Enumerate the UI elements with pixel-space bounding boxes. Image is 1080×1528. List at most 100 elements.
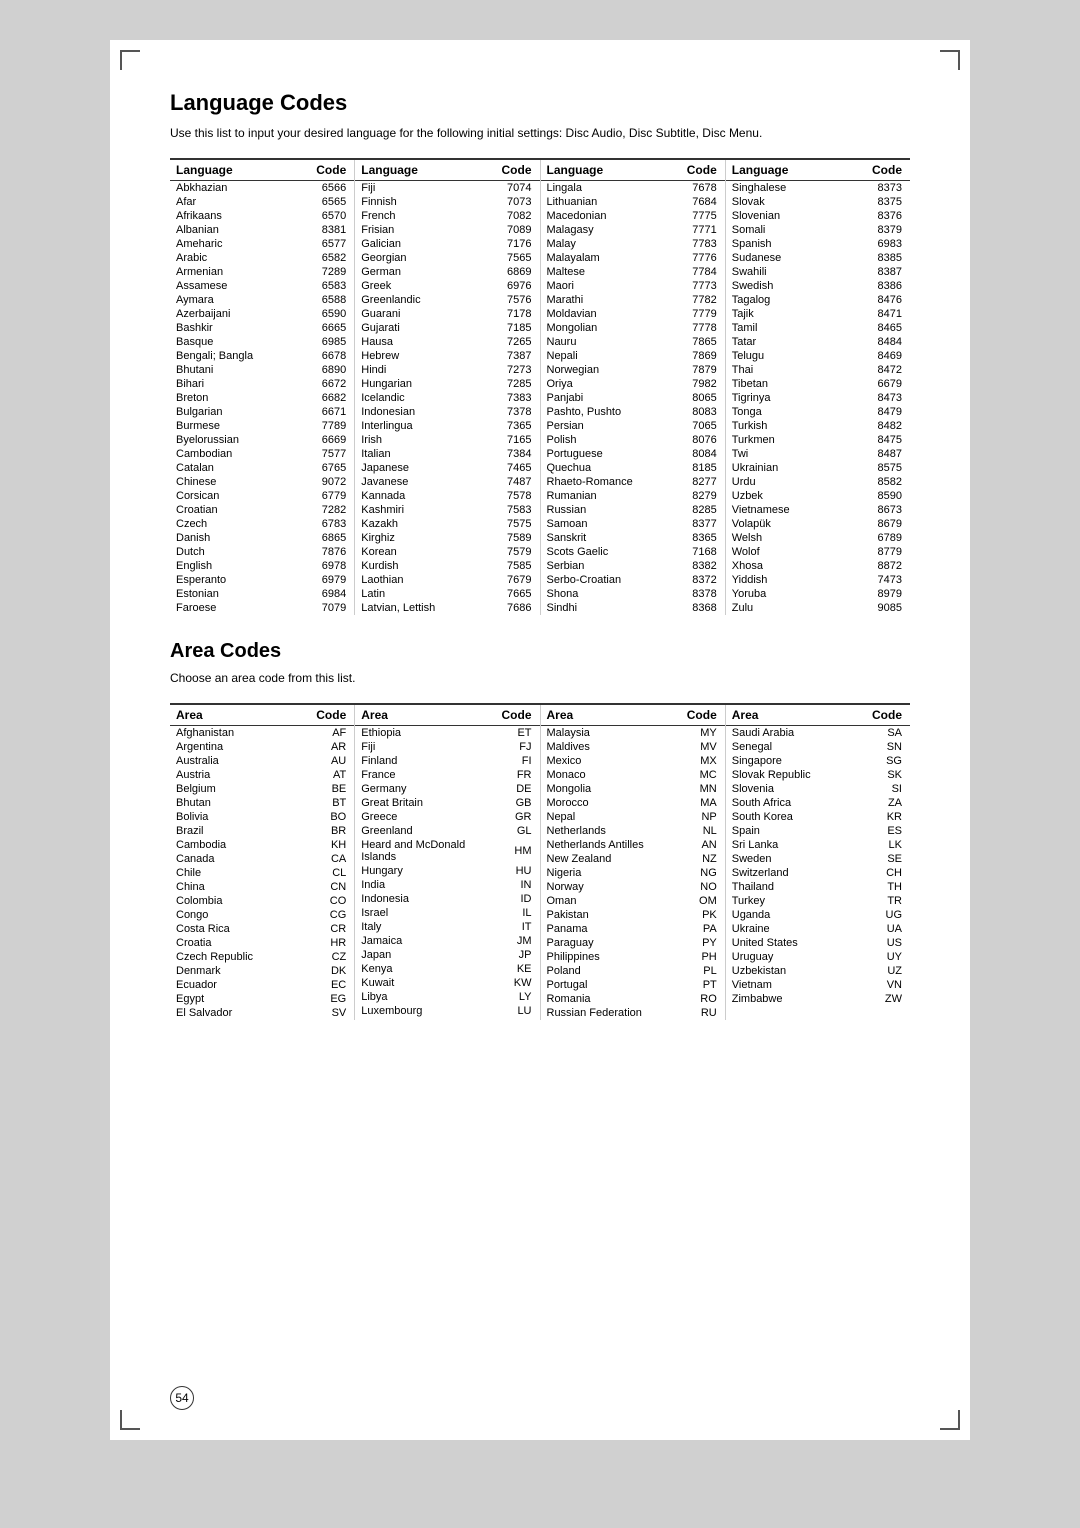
col-header-area: Area xyxy=(726,705,850,726)
table-row: Hausa7265 xyxy=(355,335,539,349)
table-row: Chinese9072 xyxy=(170,475,354,489)
table-row: Panjabi8065 xyxy=(541,391,725,405)
area-col-1: AreaCodeEthiopiaETFijiFJFinlandFIFranceF… xyxy=(354,705,539,1020)
table-row: Russian8285 xyxy=(541,503,725,517)
table-row: Tajik8471 xyxy=(726,307,910,321)
table-row: Marathi7782 xyxy=(541,293,725,307)
table-row: Czech6783 xyxy=(170,517,354,531)
table-row: Macedonian7775 xyxy=(541,209,725,223)
area-col-2: AreaCodeMalaysiaMYMaldivesMVMexicoMXMona… xyxy=(540,705,725,1020)
table-row: ItalyIT xyxy=(355,920,539,934)
table-row: Ukrainian8575 xyxy=(726,461,910,475)
table-row: Kazakh7575 xyxy=(355,517,539,531)
table-row: Tatar8484 xyxy=(726,335,910,349)
table-row: LibyaLY xyxy=(355,990,539,1004)
table-row: MonacoMC xyxy=(541,768,725,782)
table-row: HungaryHU xyxy=(355,864,539,878)
table-row: Greek6976 xyxy=(355,279,539,293)
table-row: Frisian7089 xyxy=(355,223,539,237)
table-row: Corsican6779 xyxy=(170,489,354,503)
table-row: IsraelIL xyxy=(355,906,539,920)
table-row: Byelorussian6669 xyxy=(170,433,354,447)
table-row: Sanskrit8365 xyxy=(541,531,725,545)
table-row: BrazilBR xyxy=(170,824,354,838)
table-row: Hungarian7285 xyxy=(355,377,539,391)
table-row: CanadaCA xyxy=(170,852,354,866)
table-row: BhutanBT xyxy=(170,796,354,810)
language-table: LanguageCodeAbkhazian6566Afar6565Afrikaa… xyxy=(170,158,910,615)
table-row: CroatiaHR xyxy=(170,936,354,950)
table-row: Russian FederationRU xyxy=(541,1006,725,1020)
table-row: Latin7665 xyxy=(355,587,539,601)
table-row: Guarani7178 xyxy=(355,307,539,321)
table-row: EthiopiaET xyxy=(355,726,539,741)
table-row: Quechua8185 xyxy=(541,461,725,475)
table-row: Scots Gaelic7168 xyxy=(541,545,725,559)
table-row: Xhosa8872 xyxy=(726,559,910,573)
table-row: RomaniaRO xyxy=(541,992,725,1006)
table-row: CambodiaKH xyxy=(170,838,354,852)
table-row: Bhutani6890 xyxy=(170,363,354,377)
table-row: Slovenian8376 xyxy=(726,209,910,223)
table-row: Serbian8382 xyxy=(541,559,725,573)
table-row: Hebrew7387 xyxy=(355,349,539,363)
table-row: PanamaPA xyxy=(541,922,725,936)
table-row: Interlingua7365 xyxy=(355,419,539,433)
table-row: Greenlandic7576 xyxy=(355,293,539,307)
table-row: Kurdish7585 xyxy=(355,559,539,573)
table-row: Lingala7678 xyxy=(541,181,725,196)
table-row: Turkish8482 xyxy=(726,419,910,433)
table-row: Malayalam7776 xyxy=(541,251,725,265)
col-header-code: Code xyxy=(668,160,725,181)
table-row: TurkeyTR xyxy=(726,894,910,908)
table-row: Javanese7487 xyxy=(355,475,539,489)
table-row: Nepali7869 xyxy=(541,349,725,363)
table-row: Estonian6984 xyxy=(170,587,354,601)
table-row: CongoCG xyxy=(170,908,354,922)
corner-tl xyxy=(120,50,140,70)
table-row: MalaysiaMY xyxy=(541,726,725,741)
table-row: Abkhazian6566 xyxy=(170,181,354,196)
table-row: Wolof8779 xyxy=(726,545,910,559)
table-row: DenmarkDK xyxy=(170,964,354,978)
table-row: UkraineUA xyxy=(726,922,910,936)
table-row: Hindi7273 xyxy=(355,363,539,377)
table-row: KenyaKE xyxy=(355,962,539,976)
table-row: MoroccoMA xyxy=(541,796,725,810)
col-header-language: Language xyxy=(355,160,477,181)
table-row: Moldavian7779 xyxy=(541,307,725,321)
table-row: FijiFJ xyxy=(355,740,539,754)
table-row: Icelandic7383 xyxy=(355,391,539,405)
table-row: Pashto, Pushto8083 xyxy=(541,405,725,419)
table-row: GreeceGR xyxy=(355,810,539,824)
table-row: JapanJP xyxy=(355,948,539,962)
table-row: BelgiumBE xyxy=(170,782,354,796)
col-header-code: Code xyxy=(672,705,725,726)
table-row: UruguayUY xyxy=(726,950,910,964)
table-row: Swahili8387 xyxy=(726,265,910,279)
corner-bl xyxy=(120,1410,140,1430)
table-row: GermanyDE xyxy=(355,782,539,796)
table-row: Indonesian7378 xyxy=(355,405,539,419)
page-number: 54 xyxy=(170,1386,194,1410)
language-col-0: LanguageCodeAbkhazian6566Afar6565Afrikaa… xyxy=(170,160,354,615)
table-row: Singhalese8373 xyxy=(726,181,910,196)
table-row: Bashkir6665 xyxy=(170,321,354,335)
table-row: Rhaeto-Romance8277 xyxy=(541,475,725,489)
language-col-1: LanguageCodeFiji7074Finnish7073French708… xyxy=(354,160,539,615)
table-row: Swedish8386 xyxy=(726,279,910,293)
page: Language Codes Use this list to input yo… xyxy=(110,40,970,1440)
col-header-area: Area xyxy=(170,705,293,726)
table-row: Aymara6588 xyxy=(170,293,354,307)
table-row: Netherlands AntillesAN xyxy=(541,838,725,852)
table-row: Danish6865 xyxy=(170,531,354,545)
table-row: IndonesiaID xyxy=(355,892,539,906)
page-description: Use this list to input your desired lang… xyxy=(170,124,910,142)
table-row: Welsh6789 xyxy=(726,531,910,545)
table-row: IndiaIN xyxy=(355,878,539,892)
table-row: Serbo-Croatian8372 xyxy=(541,573,725,587)
table-row: Czech RepublicCZ xyxy=(170,950,354,964)
col-header-code: Code xyxy=(839,160,910,181)
table-row: ColombiaCO xyxy=(170,894,354,908)
col-header-area: Area xyxy=(355,705,495,726)
